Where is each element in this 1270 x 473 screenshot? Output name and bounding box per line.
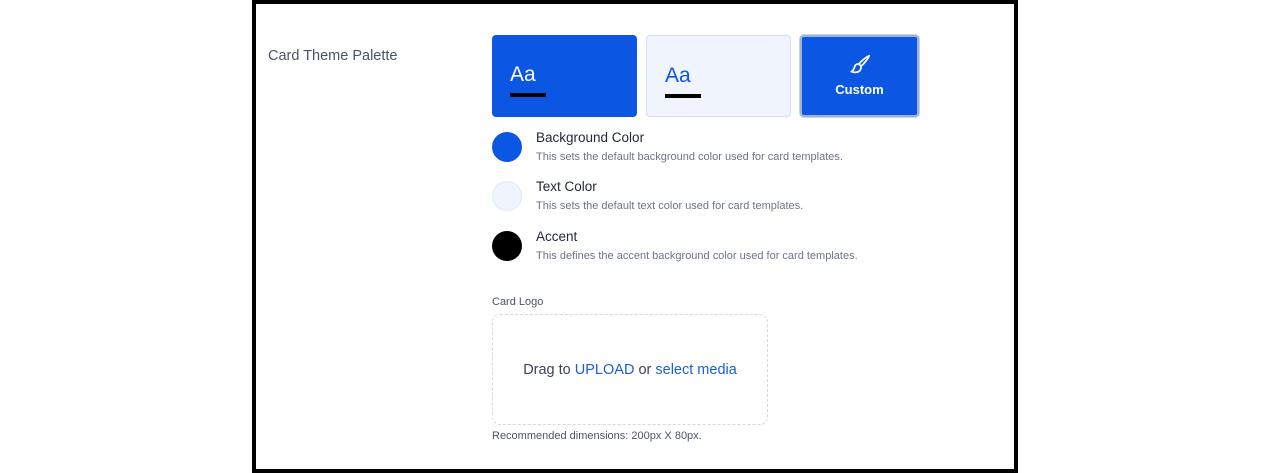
color-description: This defines the accent background color… — [536, 250, 858, 262]
color-description: This sets the default text color used fo… — [536, 200, 804, 212]
theme-option-blue[interactable]: Aa — [492, 35, 637, 117]
color-title: Text Color — [536, 179, 597, 194]
theme-sample-text: Aa — [665, 64, 691, 87]
theme-option-light[interactable]: Aa — [646, 35, 791, 117]
upload-link[interactable]: UPLOAD — [575, 362, 635, 378]
text-color-swatch[interactable] — [492, 181, 522, 211]
card-logo-label: Card Logo — [492, 296, 544, 308]
color-title: Accent — [536, 229, 578, 244]
logo-dimensions-hint: Recommended dimensions: 200px X 80px. — [492, 430, 702, 442]
custom-theme-label: Custom — [835, 81, 884, 97]
theme-option-custom[interactable]: Custom — [800, 35, 919, 117]
logo-dropzone[interactable]: Drag to UPLOAD or select media — [492, 314, 768, 425]
background-color-swatch[interactable] — [492, 132, 522, 162]
section-label: Card Theme Palette — [268, 48, 398, 64]
color-description: This sets the default background color u… — [536, 151, 843, 163]
theme-sample-text: Aa — [510, 63, 536, 86]
theme-accent-bar — [665, 94, 701, 98]
theme-accent-bar — [510, 93, 546, 97]
settings-panel: Card Theme Palette Aa Aa Custom Backgrou… — [252, 0, 1018, 473]
select-media-link[interactable]: select media — [655, 362, 736, 378]
or-text: or — [638, 361, 652, 378]
drop-prefix-text: Drag to — [523, 361, 571, 378]
accent-color-swatch[interactable] — [492, 231, 522, 261]
paintbrush-icon — [849, 54, 870, 73]
color-title: Background Color — [536, 130, 645, 145]
